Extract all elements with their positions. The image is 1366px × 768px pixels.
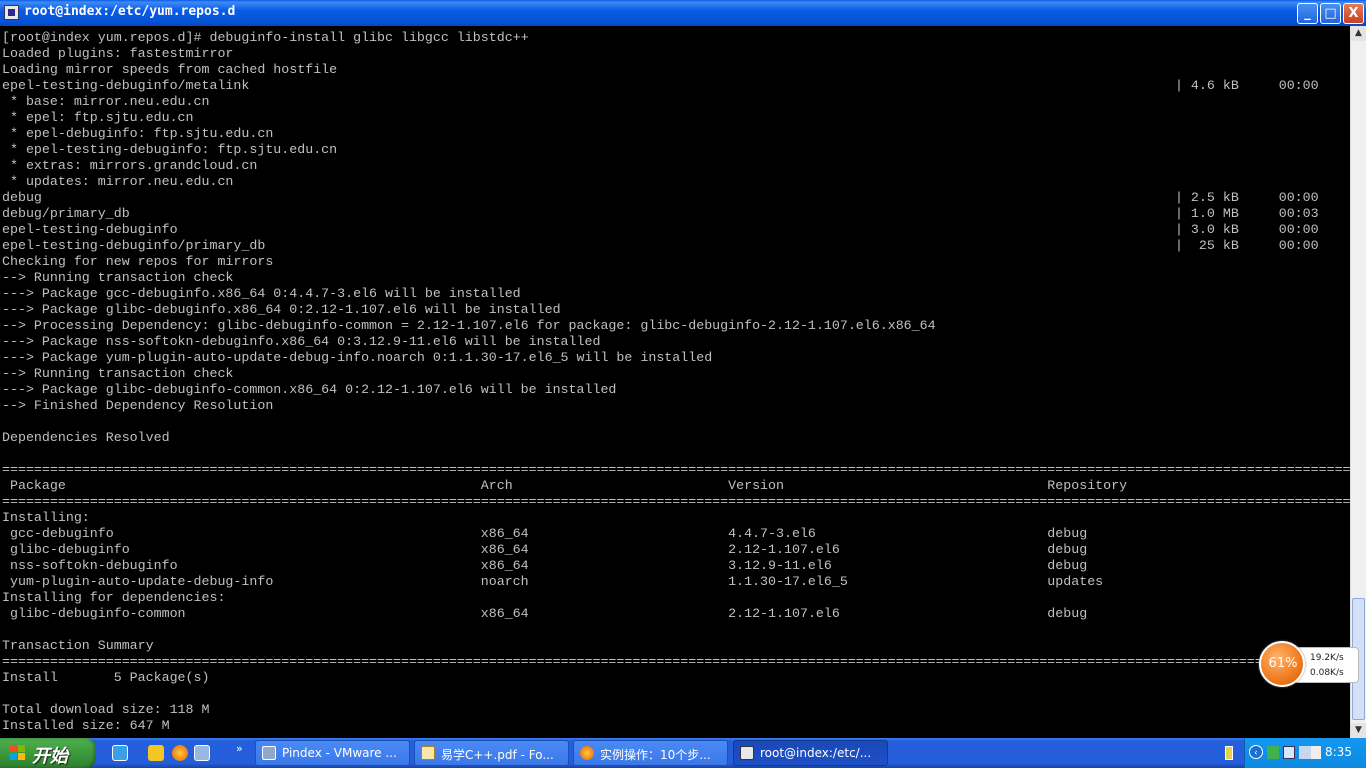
download-speed: 0.08K/s (1310, 668, 1344, 678)
terminal-line: Checking for new repos for mirrors (2, 254, 274, 269)
terminal-line: gcc-debuginfo x86_64 4.4.7-3.el6 debug 1… (2, 526, 1350, 541)
pdf-icon (421, 746, 435, 760)
task-vmware[interactable]: Pindex - VMware ... (255, 740, 410, 766)
terminal-line: glibc-debuginfo-common x86_64 2.12-1.107… (2, 606, 1350, 621)
terminal-line: ---> Package glibc-debuginfo.x86_64 0:2.… (2, 302, 561, 317)
terminal-line: Loaded plugins: fastestmirror (2, 46, 234, 61)
terminal-line: ---> Package glibc-debuginfo-common.x86_… (2, 382, 617, 397)
terminal-line: --> Running transaction check (2, 366, 234, 381)
start-button[interactable]: 开始 (0, 738, 96, 768)
upload-speed: 19.2K/s (1310, 653, 1344, 663)
security-icon[interactable] (1267, 746, 1279, 759)
terminal-line: ---> Package yum-plugin-auto-update-debu… (2, 350, 713, 365)
terminal-line: Install 5 Package(s) (2, 670, 210, 685)
start-label: 开始 (32, 746, 68, 767)
task-label: root@index:/etc/... (760, 746, 872, 760)
task-putty[interactable]: root@index:/etc/... (733, 740, 888, 766)
terminal-line: --> Finished Dependency Resolution (2, 398, 274, 413)
close-button[interactable]: X (1343, 3, 1364, 24)
window-titlebar[interactable]: root@index:/etc/yum.repos.d _ □ X (0, 0, 1366, 26)
terminal-line: debug | 2.5 kB 00:00 (2, 190, 1319, 205)
app-launcher-icon[interactable] (194, 745, 210, 761)
network-monitor-widget[interactable]: ↑ 19.2K/s ↓ 0.08K/s 61% (1259, 641, 1361, 689)
taskbar: 开始 » Pindex - VMware ... 易学C++.pdf - Fo.… (0, 738, 1366, 768)
firefox-icon (580, 746, 594, 760)
show-desktop-icon[interactable] (112, 745, 128, 761)
quick-launch-chevron[interactable]: » (236, 742, 243, 755)
terminal-line: Installed size: 647 M (2, 718, 170, 733)
terminal-line: epel-testing-debuginfo/primary_db | 25 k… (2, 238, 1319, 253)
terminal-line: debug/primary_db | 1.0 MB 00:03 (2, 206, 1319, 221)
scroll-down-icon[interactable]: ▼ (1351, 723, 1366, 738)
terminal-line: [root@index yum.repos.d]# debuginfo-inst… (2, 30, 529, 45)
terminal-line: Loading mirror speeds from cached hostfi… (2, 62, 338, 77)
task-foxit-pdf[interactable]: 易学C++.pdf - Fo... (414, 740, 569, 766)
terminal-line: --> Processing Dependency: glibc-debugin… (2, 318, 936, 333)
terminal-line: * base: mirror.neu.edu.cn (2, 94, 210, 109)
system-tray: ‹ 8:35 (1244, 738, 1366, 768)
terminal-output: [root@index yum.repos.d]# debuginfo-inst… (2, 30, 1350, 734)
terminal-line: epel-testing-debuginfo | 3.0 kB 00:00 (2, 222, 1319, 237)
terminal-line: * epel-testing-debuginfo: ftp.sjtu.edu.c… (2, 142, 338, 157)
putty-icon (740, 746, 754, 760)
windows-flag-icon (10, 745, 26, 761)
terminal-line: epel-testing-debuginfo/metalink | 4.6 kB… (2, 78, 1319, 93)
terminal-line: ========================================… (2, 494, 1350, 509)
terminal-line: Package Arch Version Repository Size (2, 478, 1350, 493)
network-icon[interactable] (1283, 746, 1295, 759)
vmware-icon (262, 746, 276, 760)
maximize-button[interactable]: □ (1320, 3, 1341, 24)
terminal-line: nss-softokn-debuginfo x86_64 3.12.9-11.e… (2, 558, 1350, 573)
window-title: root@index:/etc/yum.repos.d (24, 4, 236, 19)
task-firefox[interactable]: 实例操作：10个步... (573, 740, 728, 766)
tray-expand-icon[interactable]: ‹ (1249, 745, 1263, 759)
terminal-line: Total download size: 118 M (2, 702, 210, 717)
device-icon[interactable] (1299, 746, 1311, 759)
terminal-line: ---> Package gcc-debuginfo.x86_64 0:4.4.… (2, 286, 521, 301)
task-label: 实例操作：10个步... (600, 748, 711, 762)
terminal-line: * epel-debuginfo: ftp.sjtu.edu.cn (2, 126, 274, 141)
minimize-button[interactable]: _ (1297, 3, 1318, 24)
terminal-line: ========================================… (2, 654, 1350, 669)
putty-icon[interactable] (4, 5, 19, 20)
terminal-line: * epel: ftp.sjtu.edu.cn (2, 110, 194, 125)
clock[interactable]: 8:35 (1325, 745, 1352, 759)
qq-icon[interactable] (148, 745, 164, 761)
terminal-line: Dependencies Resolved (2, 430, 170, 445)
vertical-scrollbar[interactable]: ▲ ▼ (1350, 26, 1366, 738)
wifi-icon[interactable] (1311, 746, 1321, 759)
scroll-up-icon[interactable]: ▲ (1351, 26, 1366, 41)
usage-circle[interactable]: 61% (1259, 641, 1305, 687)
terminal-line: * updates: mirror.neu.edu.cn (2, 174, 234, 189)
terminal-line: * extras: mirrors.grandcloud.cn (2, 158, 258, 173)
task-label: Pindex - VMware ... (282, 746, 397, 760)
terminal-line: glibc-debuginfo x86_64 2.12-1.107.el6 de… (2, 542, 1350, 557)
terminal-line: Installing: (2, 510, 90, 525)
firefox-icon[interactable] (172, 745, 188, 761)
task-label: 易学C++.pdf - Fo... (441, 748, 554, 762)
terminal-line: --> Running transaction check (2, 270, 234, 285)
terminal-area[interactable]: [root@index yum.repos.d]# debuginfo-inst… (0, 26, 1350, 738)
terminal-line: Installing for dependencies: (2, 590, 226, 605)
terminal-line: yum-plugin-auto-update-debug-info noarch… (2, 574, 1350, 589)
battery-icon[interactable] (1225, 746, 1233, 760)
terminal-line: Transaction Summary (2, 638, 154, 653)
terminal-line: ---> Package nss-softokn-debuginfo.x86_6… (2, 334, 601, 349)
usage-percent: 61% (1268, 656, 1298, 671)
terminal-line: ========================================… (2, 462, 1350, 477)
